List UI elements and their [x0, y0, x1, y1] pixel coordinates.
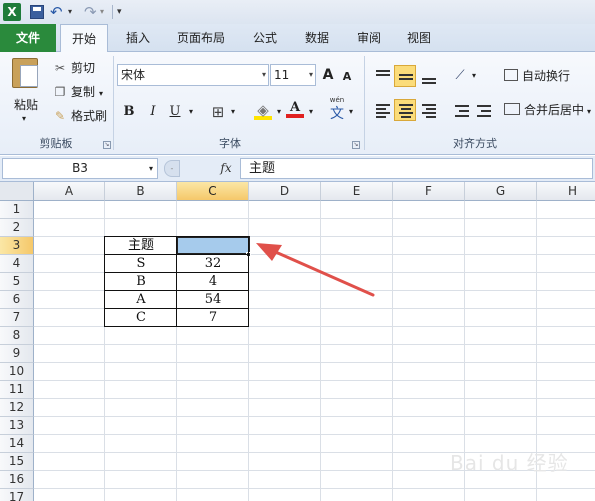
wrap-text-label: 自动换行	[522, 69, 571, 83]
font-color-button[interactable]: A	[286, 98, 304, 118]
align-right-button[interactable]	[417, 99, 439, 121]
name-box[interactable]: B3 ▾	[2, 158, 158, 179]
clipboard-icon	[12, 58, 38, 88]
copy-button[interactable]: ❐ 复制 ▾	[52, 82, 103, 102]
phonetic-guide-button[interactable]: wén 文	[327, 96, 347, 126]
align-center-button[interactable]	[394, 99, 416, 121]
dialog-launcher-icon[interactable]: ↘	[352, 141, 360, 149]
paste-button[interactable]: 粘贴 ▾	[6, 56, 46, 128]
chevron-down-icon: ▾	[261, 70, 266, 79]
merge-center-button[interactable]: 合并后居中 ▾	[504, 100, 591, 120]
customize-toolbar-icon[interactable]: ▾	[117, 3, 127, 21]
tab-review[interactable]: 审阅	[348, 24, 390, 52]
save-icon[interactable]	[30, 5, 44, 19]
wrap-text-button[interactable]: 自动换行	[504, 66, 570, 86]
align-middle-button[interactable]	[394, 65, 416, 87]
merge-cells-icon	[504, 103, 520, 115]
ribbon-tabs: 文件 开始 插入 页面布局 公式 数据 审阅 视图	[0, 24, 595, 53]
copy-label: 复制	[71, 85, 96, 99]
group-divider	[364, 56, 365, 150]
chevron-down-icon[interactable]: ▾	[346, 102, 356, 122]
shrink-font-button[interactable]: A	[340, 67, 354, 87]
borders-icon[interactable]: ⊞	[209, 102, 227, 122]
phonetic-pinyin: wén	[329, 96, 345, 104]
format-painter-label: 格式刷	[71, 109, 108, 123]
tab-data[interactable]: 数据	[296, 24, 338, 52]
tab-file[interactable]: 文件	[0, 24, 56, 52]
align-left-button[interactable]	[371, 99, 393, 121]
merge-center-label: 合并后居中	[524, 103, 585, 117]
grow-font-button[interactable]: A	[320, 65, 336, 85]
tab-insert[interactable]: 插入	[116, 24, 160, 52]
cut-button[interactable]: ✂ 剪切	[52, 58, 95, 78]
insert-function-button[interactable]: fx	[215, 158, 237, 179]
orientation-icon[interactable]: ⟋	[450, 66, 470, 86]
phonetic-char: 文	[330, 106, 344, 122]
quick-access-toolbar: X ↶ ▾ ↷ ▾ ▾	[0, 0, 595, 24]
redo-dropdown-icon[interactable]: ▾	[100, 3, 108, 21]
ribbon-home: 粘贴 ▾ ✂ 剪切 ❐ 复制 ▾ ✎ 格式刷 剪贴板 ↘ 宋体 ▾ 11 ▾ A A B I…	[0, 52, 595, 155]
chevron-down-icon: ▾	[308, 70, 313, 79]
format-painter-icon: ✎	[54, 109, 66, 123]
spreadsheet-grid[interactable]: ABCDEFGH 1 2 3 4 5 6 7 8 9 10 11 12 13 14 15 16 17 主题 S 32…	[0, 182, 595, 501]
font-name-select[interactable]: 宋体 ▾	[117, 64, 269, 86]
paste-label: 粘贴	[13, 98, 38, 112]
clipboard-group-label: 剪贴板	[39, 137, 73, 150]
undo-dropdown-icon[interactable]: ▾	[68, 3, 76, 21]
font-name-value: 宋体	[121, 68, 146, 82]
excel-logo-icon[interactable]: X	[3, 3, 21, 21]
group-divider	[113, 56, 114, 150]
chevron-down-icon[interactable]: ▾	[274, 102, 284, 122]
watermark-logo: Bai du 经验	[450, 451, 569, 475]
format-painter-button[interactable]: ✎ 格式刷	[52, 106, 107, 126]
tab-page-layout[interactable]: 页面布局	[168, 24, 234, 52]
font-size-select[interactable]: 11 ▾	[270, 64, 316, 86]
align-top-button[interactable]	[371, 65, 393, 87]
chevron-down-icon: ▾	[587, 107, 592, 116]
tab-formulas[interactable]: 公式	[244, 24, 286, 52]
name-box-value: B3	[72, 161, 88, 175]
chevron-down-icon[interactable]: ▾	[470, 66, 478, 86]
toolbar-divider	[112, 5, 113, 19]
underline-button[interactable]: U	[166, 102, 184, 122]
chevron-down-icon[interactable]: ▾	[306, 102, 316, 122]
chevron-down-icon: ▾	[99, 89, 104, 98]
undo-icon[interactable]: ↶	[50, 3, 66, 21]
chevron-down-icon[interactable]: ▾	[228, 102, 238, 122]
scissors-icon: ✂	[54, 61, 66, 75]
copy-icon: ❐	[54, 85, 66, 99]
tab-view[interactable]: 视图	[398, 24, 440, 52]
formula-input[interactable]: 主题	[240, 158, 593, 179]
alignment-group-label: 对齐方式	[453, 137, 497, 150]
fill-color-icon[interactable]: ◈	[254, 100, 272, 120]
dialog-launcher-icon[interactable]: ↘	[103, 141, 111, 149]
formula-bar-toggle-icon[interactable]: -	[164, 160, 180, 177]
formula-bar: B3 ▾ - fx 主题	[0, 156, 595, 182]
align-bottom-button[interactable]	[417, 65, 439, 87]
wrap-text-icon	[504, 69, 518, 81]
font-group-label: 字体	[219, 137, 241, 150]
increase-indent-button[interactable]	[472, 99, 494, 121]
chevron-down-icon: ▾	[22, 114, 27, 123]
decrease-indent-button[interactable]	[450, 99, 472, 121]
tab-home[interactable]: 开始	[60, 24, 108, 53]
font-size-value: 11	[274, 68, 290, 82]
italic-button[interactable]: I	[144, 102, 162, 122]
chevron-down-icon: ▾	[148, 164, 153, 173]
chevron-down-icon[interactable]: ▾	[186, 102, 196, 122]
bold-button[interactable]: B	[120, 102, 138, 122]
redo-icon[interactable]: ↷	[84, 3, 100, 21]
cut-label: 剪切	[71, 61, 96, 75]
